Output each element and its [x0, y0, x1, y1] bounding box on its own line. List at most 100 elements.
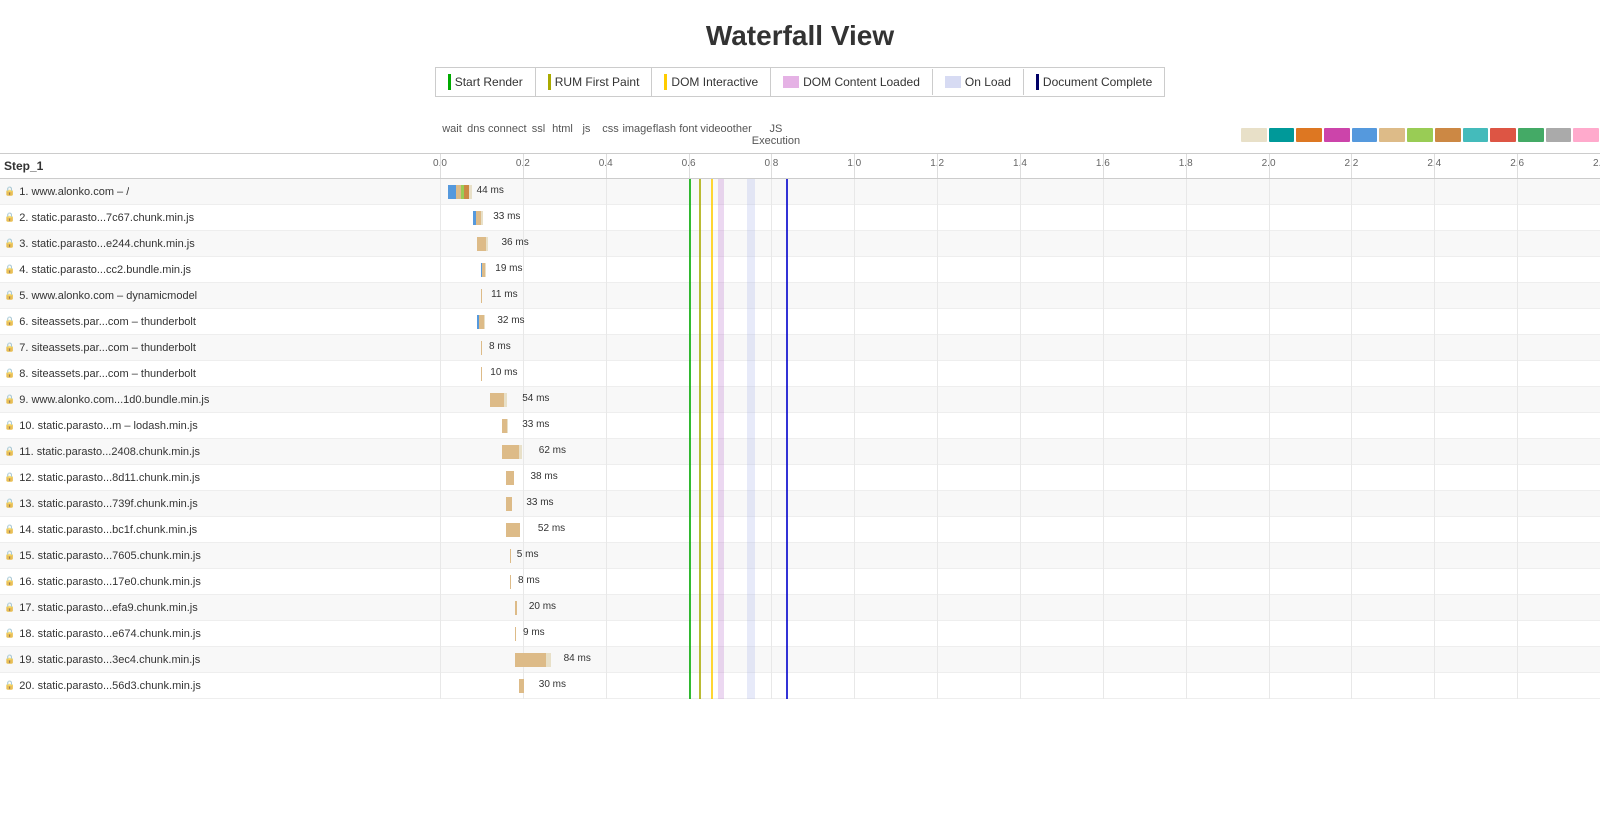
legend-item-dom-interactive: DOM Interactive	[652, 68, 771, 96]
resource-row: 🔒3. static.parasto...e244.chunk.min.js36…	[0, 231, 1600, 257]
waterfall-bar	[515, 601, 526, 615]
ms-label: 20 ms	[529, 601, 556, 612]
ms-label: 33 ms	[522, 419, 549, 430]
resource-row: 🔒15. static.parasto...7605.chunk.min.js5…	[0, 543, 1600, 569]
page-title: Waterfall View	[0, 0, 1600, 67]
ms-label: 32 ms	[497, 315, 524, 326]
waterfall-bar	[473, 211, 490, 225]
lock-icon: 🔒	[4, 420, 15, 431]
lock-icon: 🔒	[4, 654, 15, 665]
type-color-font	[1490, 128, 1516, 142]
resource-name[interactable]: 4. static.parasto...cc2.bundle.min.js	[19, 264, 191, 276]
waterfall-bar	[477, 315, 494, 329]
ms-label: 44 ms	[477, 185, 504, 196]
resource-name[interactable]: 16. static.parasto...17e0.chunk.min.js	[19, 576, 201, 588]
resource-name[interactable]: 11. static.parasto...2408.chunk.min.js	[19, 446, 200, 458]
resource-name[interactable]: 17. static.parasto...efa9.chunk.min.js	[19, 602, 198, 614]
type-label-dns: dns	[464, 121, 488, 149]
ms-label: 9 ms	[523, 627, 545, 638]
lock-icon: 🔒	[4, 264, 15, 275]
lock-icon: 🔒	[4, 186, 15, 197]
waterfall-bar	[510, 549, 513, 563]
waterfall-bar	[477, 237, 498, 251]
type-color-html	[1352, 128, 1378, 142]
resource-name[interactable]: 19. static.parasto...3ec4.chunk.min.js	[19, 654, 200, 666]
resource-name[interactable]: 10. static.parasto...m – lodash.min.js	[19, 420, 198, 432]
ms-label: 84 ms	[564, 653, 591, 664]
waterfall-bar	[481, 367, 486, 381]
legend: Start RenderRUM First PaintDOM Interacti…	[435, 67, 1166, 97]
legend-color-dom-interactive	[664, 74, 667, 90]
type-color-image	[1435, 128, 1461, 142]
waterfall-bar	[519, 679, 536, 693]
type-label-connect: connect	[488, 121, 527, 149]
ms-label: 30 ms	[539, 679, 566, 690]
type-label-other: other	[727, 121, 752, 149]
resource-row: 🔒 4. static.parasto...cc2.bundle.min.js 19…	[0, 257, 1600, 283]
resource-name[interactable]: 2. static.parasto...7c67.chunk.min.js	[19, 212, 194, 224]
resource-name[interactable]: 8. siteassets.par...com – thunderbolt	[19, 368, 196, 380]
waterfall-bar	[481, 289, 487, 303]
resource-row: 🔒 1. www.alonko.com – / 44 ms	[0, 179, 1600, 205]
waterfall-bar	[448, 185, 473, 199]
ms-label: 36 ms	[501, 237, 528, 248]
legend-color-start-render	[448, 74, 451, 90]
type-label-css: css	[598, 121, 622, 149]
type-color-connect	[1296, 128, 1322, 142]
resource-name[interactable]: 3. static.parasto...e244.chunk.min.js	[19, 238, 194, 250]
resource-name[interactable]: 6. siteassets.par...com – thunderbolt	[19, 316, 196, 328]
resource-row: 🔒2. static.parasto...7c67.chunk.min.js33…	[0, 205, 1600, 231]
legend-item-start-render: Start Render	[436, 68, 536, 96]
lock-icon: 🔒	[4, 394, 15, 405]
waterfall-bar	[506, 471, 527, 485]
ms-label: 52 ms	[538, 523, 565, 534]
type-color-css	[1407, 128, 1433, 142]
lock-icon: 🔒	[4, 446, 15, 457]
type-color-ssl	[1324, 128, 1350, 142]
lock-icon: 🔒	[4, 498, 15, 509]
resource-row: 🔒12. static.parasto...8d11.chunk.min.js3…	[0, 465, 1600, 491]
ms-label: 8 ms	[518, 575, 540, 586]
resource-name[interactable]: 7. siteassets.par...com – thunderbolt	[19, 342, 196, 354]
step-label: Step_1	[0, 159, 440, 173]
resource-row: 🔒17. static.parasto...efa9.chunk.min.js2…	[0, 595, 1600, 621]
resource-name[interactable]: 18. static.parasto...e674.chunk.min.js	[19, 628, 201, 640]
legend-label-document-complete: Document Complete	[1043, 75, 1152, 89]
legend-color-rum-first-paint	[548, 74, 551, 90]
resource-name[interactable]: 15. static.parasto...7605.chunk.min.js	[19, 550, 201, 562]
waterfall-bar	[502, 419, 519, 433]
resource-row: 🔒 6. siteassets.par...com – thunderbolt 32…	[0, 309, 1600, 335]
legend-label-start-render: Start Render	[455, 75, 523, 89]
resource-row: 🔒 10. static.parasto...m – lodash.min.js 3…	[0, 413, 1600, 439]
waterfall-bar	[506, 497, 523, 511]
ms-label: 19 ms	[495, 263, 522, 274]
resource-name[interactable]: 5. www.alonko.com – dynamicmodel	[19, 290, 197, 302]
type-color-flash	[1463, 128, 1489, 142]
waterfall-bar	[515, 653, 561, 667]
resource-name[interactable]: 12. static.parasto...8d11.chunk.min.js	[19, 472, 200, 484]
resource-name[interactable]: 14. static.parasto...bc1f.chunk.min.js	[19, 524, 197, 536]
legend-color-dom-content-loaded	[783, 76, 799, 88]
resource-name[interactable]: 20. static.parasto...56d3.chunk.min.js	[19, 680, 201, 692]
resource-row: 🔒 19. static.parasto...3ec4.chunk.min.js 8…	[0, 647, 1600, 673]
type-label-js: js	[574, 121, 598, 149]
resource-name[interactable]: 13. static.parasto...739f.chunk.min.js	[19, 498, 198, 510]
lock-icon: 🔒	[4, 472, 15, 483]
waterfall-bar	[481, 341, 485, 355]
type-color-js	[1379, 128, 1405, 142]
legend-item-document-complete: Document Complete	[1024, 68, 1164, 96]
waterfall-bar	[506, 523, 534, 537]
ms-label: 10 ms	[490, 367, 517, 378]
resource-name[interactable]: 9. www.alonko.com...1d0.bundle.min.js	[19, 394, 209, 406]
resource-row: 🔒 20. static.parasto...56d3.chunk.min.js 3…	[0, 673, 1600, 699]
legend-label-on-load: On Load	[965, 75, 1011, 89]
resource-name[interactable]: 1. www.alonko.com – /	[19, 186, 129, 198]
lock-icon: 🔒	[4, 680, 15, 691]
legend-label-dom-content-loaded: DOM Content Loaded	[803, 75, 920, 89]
ms-label: 62 ms	[539, 445, 566, 456]
lock-icon: 🔒	[4, 576, 15, 587]
lock-icon: 🔒	[4, 550, 15, 561]
waterfall-bar	[515, 627, 520, 641]
resource-row: 🔒 16. static.parasto...17e0.chunk.min.js 8…	[0, 569, 1600, 595]
lock-icon: 🔒	[4, 316, 15, 327]
